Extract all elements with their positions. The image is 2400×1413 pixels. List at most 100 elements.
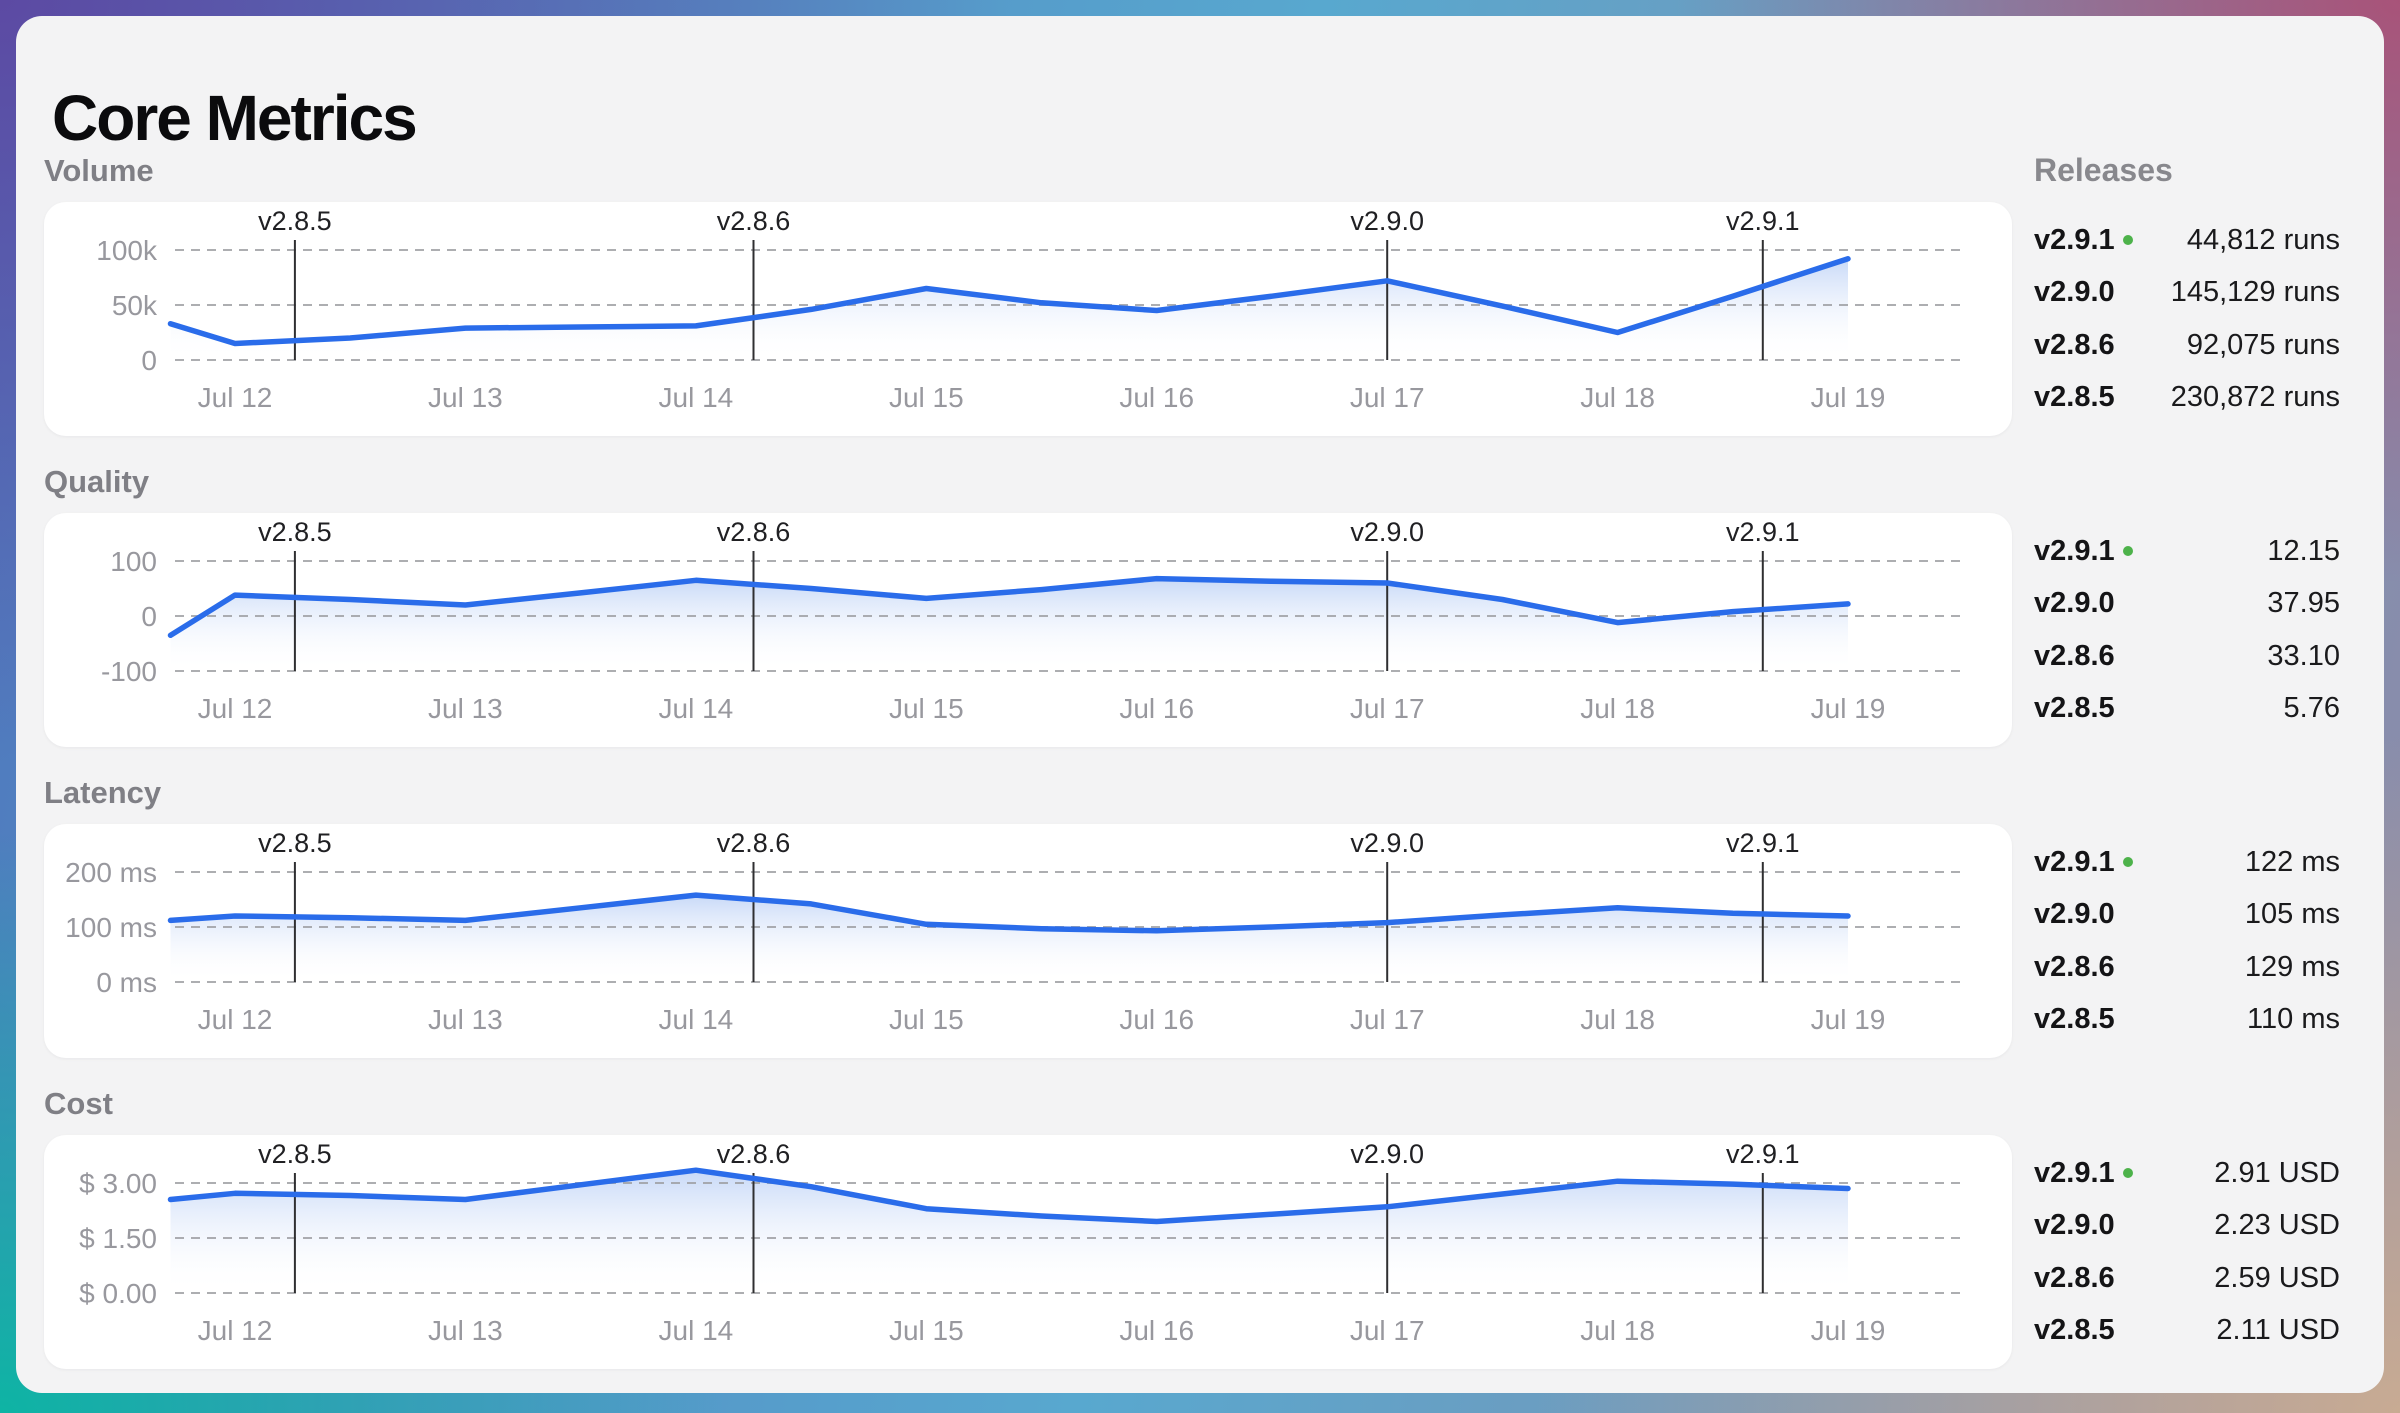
section-label: Cost <box>44 1086 113 1122</box>
latency-chart: 200 ms100 ms0 msJul 12Jul 13Jul 14Jul 15… <box>44 824 2012 1058</box>
release-version: v2.8.6 <box>2034 951 2115 984</box>
x-tick-label: Jul 14 <box>659 1004 734 1035</box>
release-version: v2.8.5 <box>2034 692 2115 725</box>
release-row: v2.8.6 92,075 runs <box>2034 329 2340 361</box>
release-marker-label: v2.9.0 <box>1350 1139 1424 1169</box>
y-tick-label: 0 <box>141 345 157 376</box>
release-row: v2.8.6 129 ms <box>2034 951 2340 983</box>
x-tick-label: Jul 18 <box>1580 1004 1655 1035</box>
x-tick-label: Jul 14 <box>659 693 734 724</box>
y-tick-label: 100 <box>110 546 157 577</box>
release-marker-label: v2.9.1 <box>1726 206 1800 236</box>
x-tick-label: Jul 12 <box>198 1004 273 1035</box>
y-tick-label: 0 ms <box>96 967 157 998</box>
release-row: v2.9.0 37.95 <box>2034 588 2340 620</box>
y-tick-label: -100 <box>101 656 157 687</box>
x-tick-label: Jul 17 <box>1350 1004 1425 1035</box>
x-tick-label: Jul 13 <box>428 1315 503 1346</box>
releases-list: v2.9.144,812 runsv2.9.0145,129 runsv2.8.… <box>2034 202 2340 436</box>
x-tick-label: Jul 19 <box>1811 693 1886 724</box>
releases-list: v2.9.1122 msv2.9.0105 msv2.8.6129 msv2.8… <box>2034 824 2340 1058</box>
current-release-dot <box>2123 546 2133 556</box>
x-tick-label: Jul 12 <box>198 693 273 724</box>
current-release-dot <box>2123 235 2133 245</box>
chart-card: 1000-100Jul 12Jul 13Jul 14Jul 15Jul 16Ju… <box>44 513 2012 747</box>
release-version: v2.8.5 <box>2034 1003 2115 1036</box>
release-row: v2.8.62.59 USD <box>2034 1262 2340 1294</box>
y-tick-label: $ 0.00 <box>79 1278 157 1309</box>
section-label: Quality <box>44 464 149 500</box>
release-value: 5.76 <box>2284 692 2340 725</box>
y-tick-label: 200 ms <box>65 857 157 888</box>
release-marker-label: v2.9.1 <box>1726 828 1800 858</box>
x-tick-label: Jul 14 <box>659 382 734 413</box>
release-value: 122 ms <box>2245 846 2340 879</box>
release-version: v2.9.0 <box>2034 587 2115 620</box>
release-value: 92,075 runs <box>2187 329 2340 362</box>
release-value: 105 ms <box>2245 898 2340 931</box>
x-tick-label: Jul 18 <box>1580 693 1655 724</box>
release-version: v2.8.5 <box>2034 381 2115 414</box>
y-tick-label: 100 ms <box>65 912 157 943</box>
releases-list: v2.9.12.91 USD v2.9.0 2.23 USD v2.8.62.59 U… <box>2034 1135 2340 1369</box>
x-tick-label: Jul 16 <box>1119 1004 1194 1035</box>
release-version: v2.9.1 <box>2034 535 2133 568</box>
release-marker-label: v2.8.5 <box>258 828 332 858</box>
x-tick-label: Jul 16 <box>1119 1315 1194 1346</box>
release-version: v2.8.6 <box>2034 1262 2115 1295</box>
release-version: v2.9.0 <box>2034 1209 2115 1242</box>
release-row: v2.9.12.91 USD <box>2034 1157 2340 1189</box>
release-value: 129 ms <box>2245 951 2340 984</box>
x-tick-label: Jul 12 <box>198 1315 273 1346</box>
release-row: v2.8.633.10 <box>2034 640 2340 672</box>
y-tick-label: 100k <box>96 235 158 266</box>
release-marker-label: v2.9.0 <box>1350 206 1424 236</box>
chart-card: $ 3.00$ 1.50$ 0.00Jul 12Jul 13Jul 14Jul … <box>44 1135 2012 1369</box>
section-quality: Quality 1000-100Jul 12Jul 13Jul 14Jul 15… <box>16 464 2384 775</box>
release-version: v2.8.6 <box>2034 329 2115 362</box>
section-label: Latency <box>44 775 161 811</box>
current-release-dot <box>2123 1168 2133 1178</box>
release-version: v2.8.5 <box>2034 1314 2115 1347</box>
section-latency: Latency 200 ms100 ms0 msJul 12Jul 13Jul … <box>16 775 2384 1086</box>
x-tick-label: Jul 19 <box>1811 382 1886 413</box>
release-marker-label: v2.8.6 <box>717 828 791 858</box>
release-value: 2.11 USD <box>2216 1314 2340 1347</box>
x-tick-label: Jul 17 <box>1350 1315 1425 1346</box>
x-tick-label: Jul 12 <box>198 382 273 413</box>
release-row: v2.8.5230,872 runs <box>2034 382 2340 414</box>
x-tick-label: Jul 15 <box>889 1004 964 1035</box>
cost-chart: $ 3.00$ 1.50$ 0.00Jul 12Jul 13Jul 14Jul … <box>44 1135 2012 1369</box>
release-value: 145,129 runs <box>2171 276 2340 309</box>
release-version: v2.9.1 <box>2034 224 2133 257</box>
chart-card: 200 ms100 ms0 msJul 12Jul 13Jul 14Jul 15… <box>44 824 2012 1058</box>
x-tick-label: Jul 18 <box>1580 1315 1655 1346</box>
release-value: 12.15 <box>2267 535 2340 568</box>
x-tick-label: Jul 15 <box>889 1315 964 1346</box>
x-tick-label: Jul 13 <box>428 693 503 724</box>
x-tick-label: Jul 16 <box>1119 382 1194 413</box>
x-tick-label: Jul 18 <box>1580 382 1655 413</box>
release-value: 2.23 USD <box>2214 1209 2340 1242</box>
release-value: 37.95 <box>2267 587 2340 620</box>
quality-chart: 1000-100Jul 12Jul 13Jul 14Jul 15Jul 16Ju… <box>44 513 2012 747</box>
release-marker-label: v2.9.0 <box>1350 828 1424 858</box>
release-row: v2.8.5 5.76 <box>2034 693 2340 725</box>
y-tick-label: 0 <box>141 601 157 632</box>
release-version: v2.9.0 <box>2034 276 2115 309</box>
x-tick-label: Jul 17 <box>1350 382 1425 413</box>
release-value: 2.91 USD <box>2214 1157 2340 1190</box>
dashboard-card: Core Metrics Releases Volume 100k50k0Jul… <box>16 16 2384 1393</box>
chart-card: 100k50k0Jul 12Jul 13Jul 14Jul 15Jul 16Ju… <box>44 202 2012 436</box>
release-marker-label: v2.9.1 <box>1726 1139 1800 1169</box>
release-row: v2.9.1122 ms <box>2034 846 2340 878</box>
sections-container: Volume 100k50k0Jul 12Jul 13Jul 14Jul 15J… <box>16 153 2384 1397</box>
release-row: v2.8.5110 ms <box>2034 1004 2340 1036</box>
x-tick-label: Jul 14 <box>659 1315 734 1346</box>
x-tick-label: Jul 19 <box>1811 1004 1886 1035</box>
release-row: v2.8.5 2.11 USD <box>2034 1315 2340 1347</box>
release-row: v2.9.1 12.15 <box>2034 535 2340 567</box>
series-area <box>171 1170 1849 1293</box>
volume-chart: 100k50k0Jul 12Jul 13Jul 14Jul 15Jul 16Ju… <box>44 202 2012 436</box>
release-marker-label: v2.9.0 <box>1350 517 1424 547</box>
